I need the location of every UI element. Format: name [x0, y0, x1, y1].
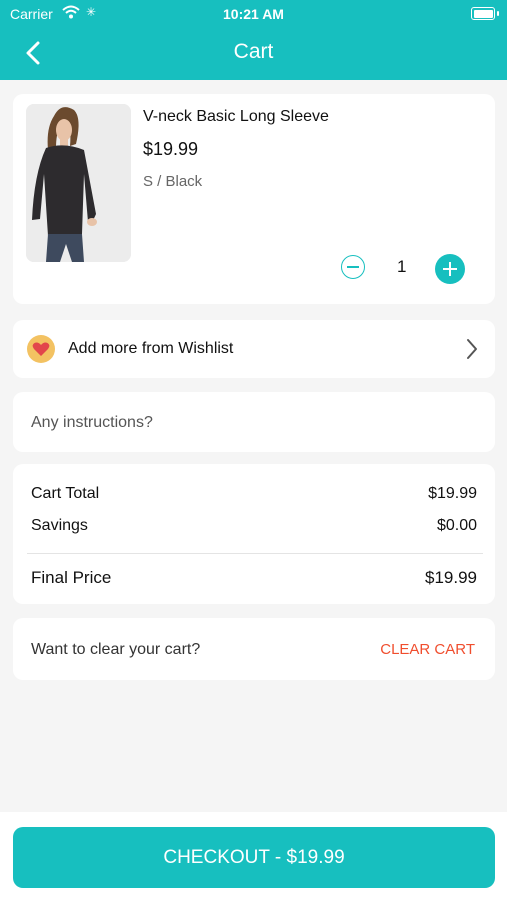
final-price-row: Final Price $19.99	[31, 568, 477, 588]
checkout-button[interactable]: CHECKOUT - $19.99	[13, 827, 495, 888]
product-image[interactable]	[26, 104, 131, 262]
status-bar: Carrier ✳ 10:21 AM	[0, 0, 507, 28]
price-summary-card: Cart Total $19.99 Savings $0.00 Final Pr…	[13, 464, 495, 604]
instructions-card	[13, 392, 495, 452]
cart-total-label: Cart Total	[31, 485, 100, 502]
cart-total-row: Cart Total $19.99	[31, 485, 477, 503]
quantity-stepper: 1	[341, 254, 471, 284]
product-name[interactable]: V-neck Basic Long Sleeve	[143, 108, 329, 126]
cart-item-card: V-neck Basic Long Sleeve $19.99 S / Blac…	[13, 94, 495, 304]
clear-cart-card: Want to clear your cart? CLEAR CART	[13, 618, 495, 680]
product-price: $19.99	[143, 139, 199, 159]
add-from-wishlist-row[interactable]: Add more from Wishlist	[13, 320, 495, 378]
clear-cart-button[interactable]: CLEAR CART	[380, 641, 475, 658]
savings-value: $0.00	[436, 517, 477, 534]
page-title: Cart	[233, 40, 274, 63]
status-time: 10:21 AM	[223, 6, 284, 22]
savings-label: Savings	[31, 517, 88, 534]
battery-icon	[471, 7, 495, 20]
clear-cart-question: Want to clear your cart?	[31, 641, 201, 658]
heart-icon	[27, 335, 55, 363]
product-variant: S / Black	[143, 173, 203, 190]
instructions-input[interactable]	[31, 411, 471, 435]
plus-icon[interactable]	[435, 254, 465, 284]
quantity-value: 1	[397, 257, 407, 276]
savings-row: Savings $0.00	[31, 517, 477, 535]
minus-icon[interactable]	[341, 255, 365, 279]
chevron-right-icon	[465, 338, 479, 365]
wishlist-label: Add more from Wishlist	[68, 340, 234, 357]
final-price-label: Final Price	[31, 568, 112, 587]
battery-tip	[497, 11, 499, 16]
cart-total-value: $19.99	[428, 485, 477, 502]
nav-bar: Cart	[0, 28, 507, 80]
summary-divider	[27, 553, 483, 554]
final-price-value: $19.99	[425, 568, 477, 587]
